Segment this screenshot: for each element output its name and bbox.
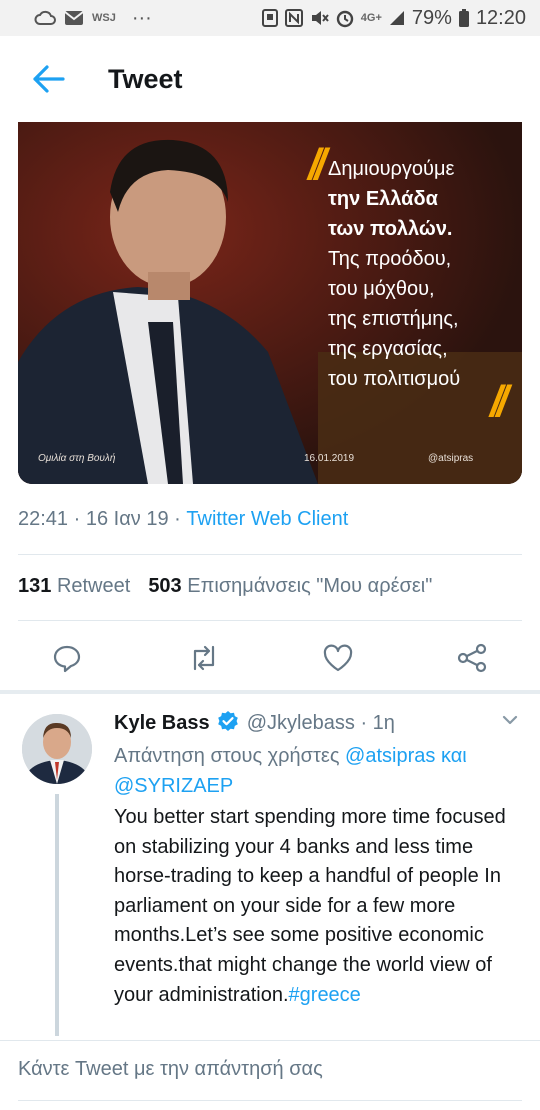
alarm-icon xyxy=(335,8,355,28)
retweet-icon xyxy=(193,645,215,671)
arrow-left-icon xyxy=(33,65,65,93)
reply-button[interactable] xyxy=(49,640,85,676)
retweets-stat[interactable]: 131 Retweet xyxy=(18,575,130,597)
reply-icon xyxy=(53,645,81,673)
quote-close-icon: // xyxy=(490,377,509,426)
mail-icon xyxy=(64,10,84,26)
reply-tweet[interactable]: Kyle Bass @Jkylebass · 1η Απάντηση στους… xyxy=(0,694,540,1040)
retweets-label: Retweet xyxy=(56,575,131,597)
compose-underline xyxy=(18,1100,522,1101)
client-link[interactable]: Twitter Web Client xyxy=(186,508,348,530)
quote-line: της επιστήμης, xyxy=(328,308,459,330)
mute-icon xyxy=(309,8,329,28)
reply-to-line: Απάντηση στους χρήστες @atsipras και @SY… xyxy=(114,741,528,801)
reply-age: 1η xyxy=(372,712,395,734)
divider xyxy=(18,620,522,621)
likes-count: 503 xyxy=(148,575,182,597)
quote-line: του μόχθου, xyxy=(328,278,435,300)
likes-label: Επισημάνσεις "Μου αρέσει" xyxy=(187,575,433,597)
meta-separator-2: · xyxy=(174,508,181,530)
share-button[interactable] xyxy=(454,640,490,676)
reply-compose-input[interactable]: Κάντε Tweet με την απάντησή σας xyxy=(18,1058,522,1098)
reply-author-name[interactable]: Kyle Bass xyxy=(114,712,210,734)
reply-separator: · xyxy=(360,712,368,734)
reply-to-prefix: Απάντηση στους χρήστες xyxy=(114,745,340,767)
divider xyxy=(0,1040,540,1041)
retweet-button[interactable] xyxy=(186,640,222,676)
meta-separator: · xyxy=(73,508,81,530)
chevron-down-icon xyxy=(502,715,518,725)
battery-icon xyxy=(458,8,470,28)
avatar[interactable] xyxy=(22,714,92,784)
clock: 12:20 xyxy=(475,6,526,29)
quote-line: Της προόδου, xyxy=(328,248,452,270)
tweet-image[interactable]: // Δημιουργούμε την Ελλάδα των πολλών. Της … xyxy=(18,122,522,484)
image-caption: Ομιλία στη Βουλή xyxy=(38,453,116,464)
share-icon xyxy=(457,643,487,673)
tweet-menu-button[interactable] xyxy=(500,710,520,735)
reply-body: You better start spending more time focu… xyxy=(114,803,528,1010)
wsj-label: WSJ xyxy=(92,12,116,24)
status-bar: WSJ ··· 4G+ 79% 12:20 xyxy=(0,0,540,36)
tweet-time: 22:41 xyxy=(18,508,69,530)
signal-icon xyxy=(388,9,406,27)
network-label: 4G+ xyxy=(360,12,382,24)
retweets-count: 131 xyxy=(18,575,52,597)
image-date: 16.01.2019 xyxy=(304,453,355,464)
image-handle: @atsipras xyxy=(428,453,474,464)
hashtag-greece[interactable]: #greece xyxy=(289,984,361,1006)
quote-text: Δημιουργούμε την Ελλάδα των πολλών. Της προ… xyxy=(308,154,522,394)
verified-badge-icon xyxy=(217,710,239,741)
back-button[interactable] xyxy=(18,49,78,109)
tweet-timestamp: 22:41 · 16 Ιαν 19 · Twitter Web Client xyxy=(18,508,348,531)
cloud-icon xyxy=(34,10,56,26)
quote-line: Δημιουργούμε xyxy=(328,158,455,180)
reply-content: Kyle Bass @Jkylebass · 1η Απάντηση στους… xyxy=(114,708,528,1010)
quote-line: των πολλών. xyxy=(328,218,453,240)
like-button[interactable] xyxy=(320,640,356,676)
reply-header: Kyle Bass @Jkylebass · 1η xyxy=(114,708,528,741)
reply-to-conjunction: και xyxy=(440,745,467,767)
tweet-date: 16 Ιαν 19 xyxy=(85,508,169,530)
more-notifications: ··· xyxy=(131,6,152,29)
battery-level: 79% xyxy=(411,6,452,29)
tweet-stats: 131 Retweet 503 Επισημάνσεις "Μου αρέσει" xyxy=(18,575,432,598)
screenshot-icon xyxy=(261,8,279,28)
heart-icon xyxy=(323,644,353,672)
reply-author-handle[interactable]: @Jkylebass xyxy=(247,712,355,734)
quote-line: την Ελλάδα xyxy=(328,188,438,210)
app-header: Tweet xyxy=(0,36,540,122)
thread-line xyxy=(55,794,59,1036)
quote-line: της εργασίας, xyxy=(328,338,448,360)
likes-stat[interactable]: 503 Επισημάνσεις "Μου αρέσει" xyxy=(148,575,432,597)
mention-atsipras[interactable]: @atsipras xyxy=(345,745,435,767)
tweet-actions xyxy=(0,630,540,686)
mention-syrizaep[interactable]: @SYRIZAEP xyxy=(114,775,233,797)
nfc-icon xyxy=(284,8,303,28)
reply-text: You better start spending more time focu… xyxy=(114,806,506,1006)
page-title: Tweet xyxy=(108,63,183,94)
divider xyxy=(18,554,522,555)
